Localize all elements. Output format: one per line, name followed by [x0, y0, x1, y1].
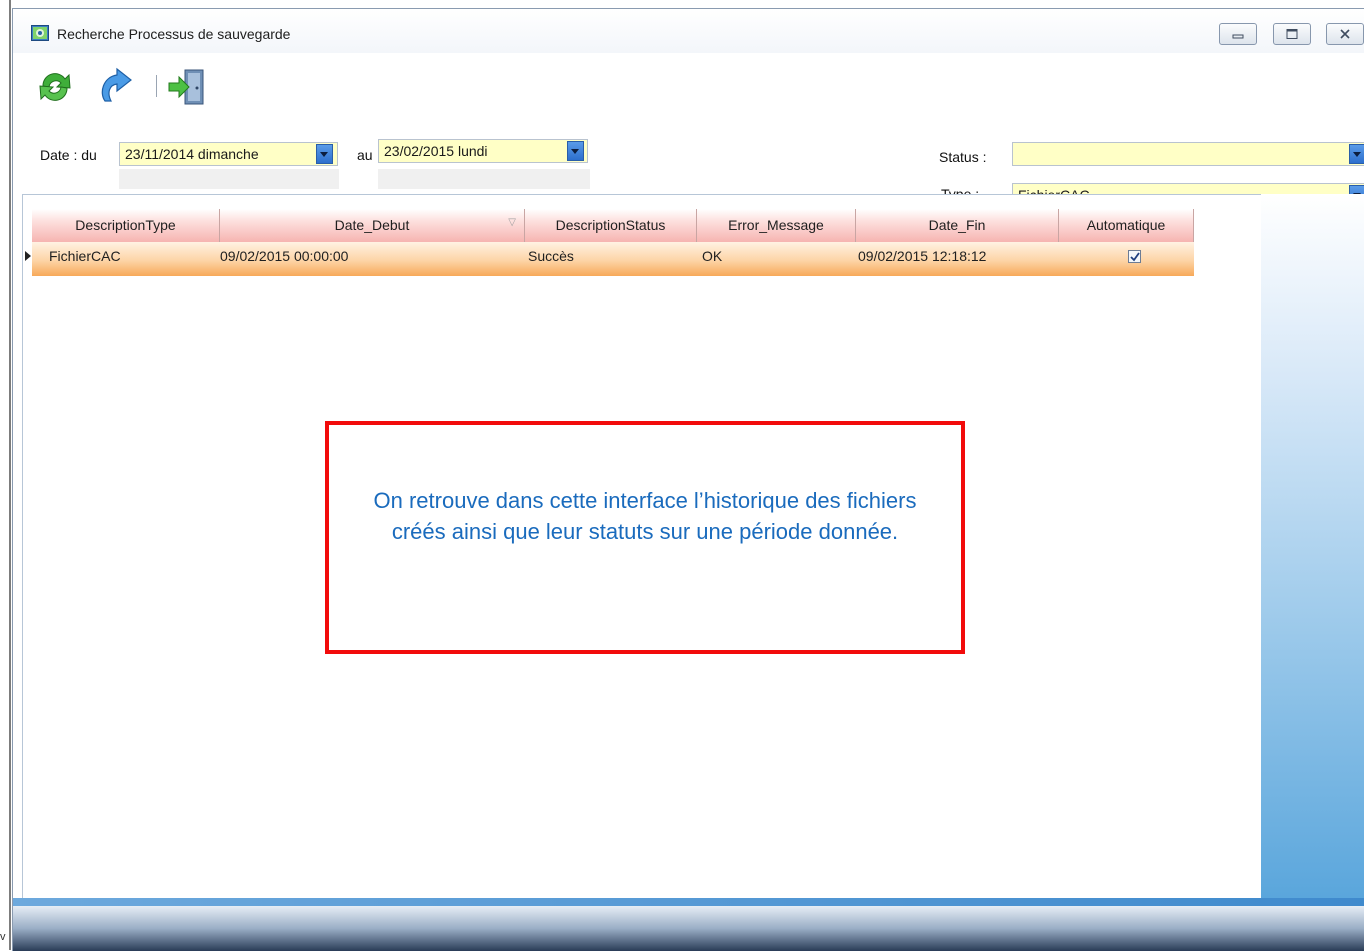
- close-icon: [1340, 29, 1350, 39]
- status-label: Status :: [939, 149, 987, 165]
- column-header-date-debut[interactable]: Date_Debut ▽: [220, 209, 525, 242]
- date-from-dropdown-button[interactable]: [316, 144, 333, 164]
- date-to-dropdown-button[interactable]: [567, 141, 584, 161]
- automatique-checkbox[interactable]: [1128, 250, 1141, 263]
- column-header-error-message[interactable]: Error_Message: [697, 209, 856, 242]
- table-row[interactable]: FichierCAC 09/02/2015 00:00:00 Succès OK…: [32, 242, 1194, 276]
- right-side-panel: [1261, 194, 1364, 898]
- redo-icon[interactable]: [95, 67, 135, 107]
- status-field[interactable]: [1012, 142, 1364, 166]
- cell-descriptiontype: FichierCAC: [49, 248, 121, 264]
- date-to-field[interactable]: 23/02/2015 lundi: [378, 139, 588, 163]
- annotation-text: On retrouve dans cette interface l’histo…: [373, 488, 917, 544]
- left-edge: v: [0, 0, 11, 950]
- cell-date-fin: 09/02/2015 12:18:12: [858, 248, 987, 264]
- sort-indicator-icon: ▽: [508, 217, 516, 228]
- left-edge-char: v: [0, 931, 6, 943]
- date-to-shadow: [378, 169, 590, 189]
- date-to-label: au: [357, 147, 373, 163]
- date-from-value: 23/11/2014 dimanche: [125, 146, 259, 162]
- cell-error-message: OK: [702, 248, 723, 264]
- exit-door-icon[interactable]: [167, 67, 207, 107]
- bottom-strip: [13, 898, 1364, 906]
- status-dropdown-button[interactable]: [1349, 144, 1364, 164]
- minimize-icon: [1232, 34, 1244, 39]
- toolbar-separator: [156, 75, 157, 97]
- column-header-automatique[interactable]: Automatique: [1059, 209, 1194, 242]
- maximize-icon: [1286, 29, 1298, 39]
- column-header-date-debut-label: Date_Debut: [334, 217, 410, 233]
- current-row-indicator-icon: [25, 251, 31, 261]
- toolbar: [35, 61, 335, 113]
- left-border-line: [9, 0, 11, 950]
- status-bar: [13, 906, 1364, 951]
- date-from-label: Date : du: [40, 147, 97, 163]
- date-from-shadow: [119, 169, 339, 189]
- close-button[interactable]: [1326, 23, 1364, 45]
- column-header-descriptiontype[interactable]: DescriptionType: [32, 209, 220, 242]
- cell-date-debut: 09/02/2015 00:00:00: [220, 248, 349, 264]
- column-header-date-fin[interactable]: Date_Fin: [856, 209, 1059, 242]
- date-from-field[interactable]: 23/11/2014 dimanche: [119, 142, 338, 166]
- maximize-button[interactable]: [1273, 23, 1311, 45]
- window-title: Recherche Processus de sauvegarde: [57, 26, 291, 42]
- minimize-button[interactable]: [1219, 23, 1257, 45]
- checkmark-icon: [1130, 252, 1140, 262]
- cell-descriptionstatus: Succès: [528, 248, 574, 264]
- date-to-value: 23/02/2015 lundi: [384, 143, 488, 159]
- annotation-callout: On retrouve dans cette interface l’histo…: [325, 421, 965, 654]
- refresh-icon[interactable]: [35, 67, 75, 107]
- app-icon: [31, 25, 49, 41]
- column-header-descriptionstatus[interactable]: DescriptionStatus: [525, 209, 697, 242]
- title-bar[interactable]: Recherche Processus de sauvegarde: [13, 9, 1364, 53]
